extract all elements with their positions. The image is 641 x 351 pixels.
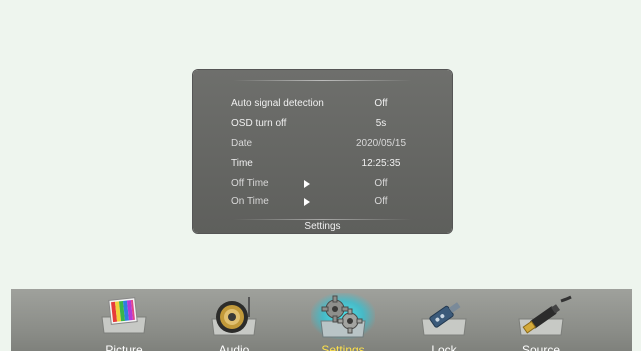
- off-time-row[interactable]: Off Time Off: [231, 176, 421, 192]
- main-menu-bar: Picture Audio Settings Lock Source: [11, 289, 632, 351]
- row-label: Date: [231, 138, 253, 149]
- row-value: 12:25:35: [361, 158, 401, 169]
- arrow-right-icon[interactable]: [304, 180, 310, 188]
- arrow-right-icon[interactable]: [304, 198, 310, 206]
- row-value: Off: [374, 196, 388, 207]
- osd-turn-off-row[interactable]: OSD turn off 5s: [231, 116, 421, 132]
- auto-signal-detection-row[interactable]: Auto signal detection Off: [231, 96, 421, 112]
- panel-top-divider: [233, 80, 412, 81]
- menu-item-source[interactable]: Source: [501, 289, 581, 351]
- picture-icon: [101, 297, 147, 334]
- row-value: 2020/05/15: [355, 138, 407, 149]
- speaker-icon: [211, 297, 257, 336]
- menu-item-picture[interactable]: Picture: [84, 289, 164, 351]
- row-value: 5s: [375, 118, 387, 129]
- panel-bottom-divider: [233, 219, 412, 220]
- tv-screen: Auto signal detection Off OSD turn off 5…: [0, 0, 641, 351]
- menu-label: Source: [521, 343, 561, 351]
- panel-title: Settings: [304, 221, 341, 232]
- row-value: Off: [374, 98, 388, 109]
- hdmi-cable-icon: [518, 295, 572, 336]
- row-label: On Time: [231, 196, 269, 207]
- menu-label: Settings: [321, 343, 365, 351]
- menu-item-settings[interactable]: Settings: [303, 289, 383, 351]
- gears-icon: [320, 295, 366, 338]
- menu-label: Picture: [105, 343, 143, 351]
- menu-label: Lock: [431, 343, 457, 351]
- row-label: Off Time: [231, 178, 269, 189]
- time-row: Time 12:25:35: [231, 156, 421, 172]
- row-label: OSD turn off: [231, 118, 287, 129]
- on-time-row[interactable]: On Time Off: [231, 194, 421, 210]
- menu-item-audio[interactable]: Audio: [194, 289, 274, 351]
- date-row: Date 2020/05/15: [231, 136, 421, 152]
- settings-panel: Auto signal detection Off OSD turn off 5…: [193, 70, 452, 233]
- row-value: Off: [374, 178, 388, 189]
- menu-item-lock[interactable]: Lock: [404, 289, 484, 351]
- menu-label: Audio: [218, 343, 250, 351]
- row-label: Time: [231, 158, 253, 169]
- row-label: Auto signal detection: [231, 98, 324, 109]
- lock-icon: [421, 302, 467, 336]
